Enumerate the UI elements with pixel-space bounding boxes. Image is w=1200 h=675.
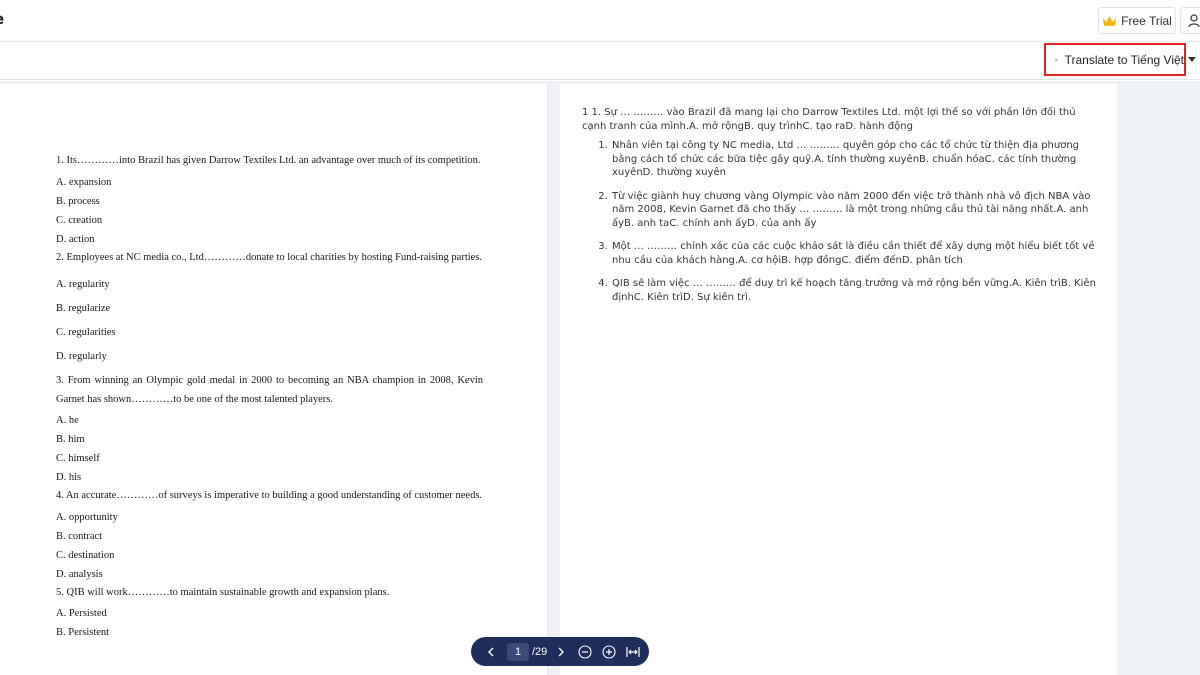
original-document-page: 1. Its…………into Brazil has given Darrow T… xyxy=(0,84,548,675)
translate-icon xyxy=(1055,58,1058,61)
free-trial-label: Free Trial xyxy=(1121,13,1172,28)
answer-option: C. destination xyxy=(56,549,115,561)
zoom-out-button[interactable] xyxy=(577,644,593,660)
question-text: 1. Its…………into Brazil has given Darrow T… xyxy=(56,155,481,166)
answer-option: D. action xyxy=(56,233,95,245)
answer-option: D. analysis xyxy=(56,568,103,580)
user-account-button[interactable] xyxy=(1180,7,1200,34)
chevron-left-icon xyxy=(488,647,494,656)
page-number-input[interactable] xyxy=(507,642,529,661)
crown-icon xyxy=(1103,15,1117,26)
answer-option: B. regularize xyxy=(56,303,111,314)
translation-content: 1 1. Sự … ……… vào Brazil đã mang lại cho… xyxy=(582,106,1102,314)
fit-width-button[interactable] xyxy=(625,644,641,660)
translation-heading: 1 1. Sự … ……… vào Brazil đã mang lại cho… xyxy=(582,107,1076,132)
zoom-in-button[interactable] xyxy=(601,644,617,660)
translation-item: Từ việc giành huy chương vàng Olympic và… xyxy=(611,190,1101,231)
document-content: 1. Its…………into Brazil has given Darrow T… xyxy=(56,152,483,642)
free-trial-button[interactable]: Free Trial xyxy=(1098,7,1176,34)
question-text: 5. QIB will work…………to maintain sustaina… xyxy=(56,586,390,598)
previous-page-button[interactable] xyxy=(483,644,499,660)
answer-option: A. Persisted xyxy=(56,608,107,619)
document-toolbar: Translate to Tiếng Việt xyxy=(0,42,1200,80)
answer-option: B. Persistent xyxy=(56,627,110,638)
answer-option: B. contract xyxy=(56,530,103,542)
zoom-in-icon xyxy=(602,644,616,659)
app-title: e xyxy=(0,10,4,28)
answer-option: A. he xyxy=(56,415,79,426)
user-icon xyxy=(1188,13,1200,27)
translation-list: Nhân viên tại công ty NC media, Ltd … ……… xyxy=(582,139,1102,304)
chevron-right-icon xyxy=(558,647,565,656)
answer-option: D. his xyxy=(56,472,82,483)
translation-item: QIB sẽ làm việc … ……… để duy trì kế hoạc… xyxy=(611,277,1101,304)
next-page-button[interactable] xyxy=(553,644,569,660)
answer-option: B. him xyxy=(56,434,85,445)
answer-option: A. opportunity xyxy=(56,511,118,523)
zoom-out-icon xyxy=(578,644,592,659)
answer-option: C. regularities xyxy=(56,327,116,338)
translation-item: Nhân viên tại công ty NC media, Ltd … ……… xyxy=(611,139,1101,180)
translate-button-label: Translate to Tiếng Việt xyxy=(1064,52,1184,67)
page-total: /29 xyxy=(532,645,548,658)
top-header: e Free Trial xyxy=(0,0,1200,42)
question-text: 3. From winning an Olympic gold medal in… xyxy=(56,375,483,405)
answer-option: A. regularity xyxy=(56,279,110,290)
translated-document-page: 1 1. Sự … ……… vào Brazil đã mang lại cho… xyxy=(560,84,1117,675)
page-navigator: /29 xyxy=(471,637,649,666)
answer-option: C. himself xyxy=(56,453,100,464)
question-text: 4. An accurate…………of surveys is imperati… xyxy=(56,490,483,501)
answer-option: B. process xyxy=(56,195,100,207)
answer-option: C. creation xyxy=(56,214,103,226)
translation-item: Một … ……… chính xác của các cuộc khảo sá… xyxy=(611,240,1101,267)
fit-width-icon xyxy=(626,646,640,657)
document-workspace: 1. Its…………into Brazil has given Darrow T… xyxy=(0,81,1200,675)
translate-button[interactable]: Translate to Tiếng Việt xyxy=(1044,43,1186,76)
translate-language-dropdown[interactable] xyxy=(1188,57,1196,62)
answer-option: A. expansion xyxy=(56,176,112,188)
answer-option: D. regularly xyxy=(56,351,107,362)
question-text: 2. Employees at NC media co., Ltd…………don… xyxy=(56,251,483,263)
